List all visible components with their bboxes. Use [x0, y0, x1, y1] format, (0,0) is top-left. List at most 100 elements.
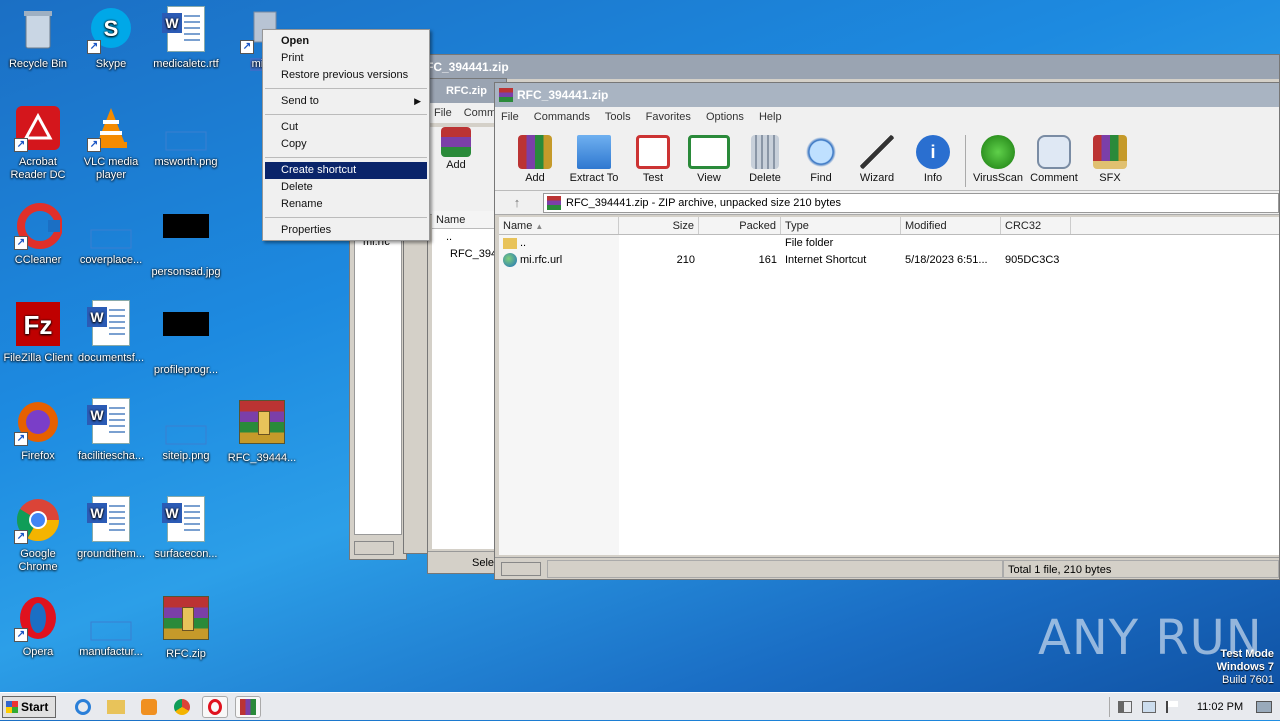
image-file-icon [87, 202, 135, 250]
back-window-left[interactable]: mi.rfc [349, 230, 407, 560]
tray-separator [1109, 697, 1110, 717]
menu-separator [265, 157, 427, 158]
delete-label: Delete [749, 172, 781, 184]
window-titlebar[interactable]: RFC_394441.zip [495, 83, 1279, 107]
desktop-icon-vlc[interactable]: ↗ VLC media player [73, 104, 149, 182]
address-path[interactable]: RFC_394441.zip - ZIP archive, unpacked s… [543, 192, 1279, 213]
delete-button[interactable]: Delete [737, 129, 793, 184]
test-label: Test [642, 172, 664, 184]
recycle-bin-icon [14, 6, 62, 54]
table-row[interactable]: .. File folder [499, 235, 1279, 252]
desktop-icon-label: manufactur... [79, 646, 143, 658]
extract-to-button[interactable]: Extract To [563, 129, 625, 184]
menu-item-restore-previous-versions[interactable]: Restore previous versions [263, 67, 429, 84]
packed-cell [699, 235, 781, 252]
svg-text:S: S [104, 16, 119, 41]
menu-item-send-to[interactable]: Send to ▶ [263, 93, 429, 110]
image-file-icon [162, 104, 210, 152]
menu-item-open[interactable]: Open [263, 33, 429, 50]
desktop-icon-acrobat[interactable]: ↗ Acrobat Reader DC [0, 104, 76, 182]
desktop-icon-msworth[interactable]: msworth.png [148, 104, 224, 169]
menu-item-copy[interactable]: Copy [263, 136, 429, 153]
desktop-icon-personsad[interactable]: personsad.jpg [148, 202, 224, 279]
desktop-icon-ccleaner[interactable]: ↗ CCleaner [0, 202, 76, 267]
info-button[interactable]: i Info [905, 129, 961, 184]
menu-item-create-shortcut[interactable]: Create shortcut [265, 162, 427, 179]
file-name-cell: .. [499, 235, 619, 252]
desktop-icon-manufactur[interactable]: manufactur... [73, 594, 149, 659]
volume-icon[interactable] [1118, 701, 1132, 713]
show-desktop-icon[interactable] [1256, 701, 1272, 713]
menu-help[interactable]: Help [759, 111, 782, 123]
column-size[interactable]: Size [619, 217, 699, 234]
menu-tools[interactable]: Tools [605, 111, 631, 123]
test-mode-label: Test Mode [1220, 648, 1274, 660]
clock[interactable]: 11:02 PM [1188, 701, 1252, 713]
menu-separator [265, 217, 427, 218]
info-label: Info [923, 172, 943, 184]
comment-button[interactable]: Comment [1026, 129, 1082, 184]
desktop-icon-recycle-bin[interactable]: Recycle Bin [0, 6, 76, 71]
view-button[interactable]: View [681, 129, 737, 184]
folder-up-icon [503, 237, 517, 249]
menu-item-rename[interactable]: Rename [263, 196, 429, 213]
find-button[interactable]: Find [793, 129, 849, 184]
trash-icon [751, 135, 779, 169]
taskbar-explorer-icon[interactable] [103, 696, 129, 718]
desktop-icon-siteip[interactable]: siteip.png [148, 398, 224, 463]
add-button[interactable]: Add [507, 129, 563, 184]
virusscan-button[interactable]: VirusScan [970, 129, 1026, 184]
network-icon[interactable] [1142, 701, 1156, 713]
desktop-icon-documentsf[interactable]: documentsf... [73, 300, 149, 365]
desktop-icon-facilitiescha[interactable]: facilitiescha... [73, 398, 149, 463]
menu-file[interactable]: File [434, 107, 452, 119]
action-center-flag-icon[interactable] [1166, 701, 1178, 713]
desktop-icon-label: facilitiescha... [77, 450, 145, 462]
desktop-icon-skype[interactable]: S ↗ Skype [73, 6, 149, 71]
menu-favorites[interactable]: Favorites [646, 111, 691, 123]
desktop-icon-surfacecon[interactable]: surfacecon... [148, 496, 224, 561]
menu-item-properties[interactable]: Properties [263, 222, 429, 239]
menu-separator [265, 88, 427, 89]
desktop-icon-coverplace[interactable]: coverplace... [73, 202, 149, 267]
start-button[interactable]: Start [2, 695, 56, 718]
taskbar-opera-icon[interactable] [202, 695, 228, 718]
add-label: Add [525, 172, 545, 184]
find-label: Find [810, 172, 832, 184]
taskbar-ie-icon[interactable] [70, 696, 96, 718]
column-type[interactable]: Type [781, 217, 901, 234]
add-button[interactable]: Add [428, 127, 484, 171]
desktop-icon-profileprogr[interactable]: profileprogr... [148, 300, 224, 377]
column-crc32[interactable]: CRC32 [1001, 217, 1071, 234]
desktop-icon-chrome[interactable]: ↗ Google Chrome [0, 496, 76, 574]
taskbar-chrome-icon[interactable] [169, 696, 195, 718]
sfx-button[interactable]: SFX [1082, 129, 1138, 184]
desktop-icon-filezilla[interactable]: Fz FileZilla Client [0, 300, 76, 365]
desktop-icon-rfc-zip[interactable]: RFC.zip [148, 594, 224, 661]
desktop-icon-groundthem[interactable]: groundthem... [73, 496, 149, 561]
desktop-icon-firefox[interactable]: ↗ Firefox [0, 398, 76, 463]
column-packed[interactable]: Packed [699, 217, 781, 234]
menu-item-print[interactable]: Print [263, 50, 429, 67]
window-title[interactable]: FC_394441.zip [404, 55, 1279, 79]
up-arrow-icon[interactable]: ↑ [495, 195, 539, 210]
desktop-icon-medicaletc[interactable]: medicaletc.rtf [148, 6, 224, 71]
table-row[interactable]: mi.rfc.url 210 161 Internet Shortcut 5/1… [499, 252, 1279, 269]
winrar-window[interactable]: RFC_394441.zip File Commands Tools Favor… [494, 82, 1280, 580]
menu-item-cut[interactable]: Cut [263, 119, 429, 136]
submenu-arrow-icon: ▶ [414, 96, 421, 106]
menu-options[interactable]: Options [706, 111, 744, 123]
desktop-icon-rfc-394441[interactable]: RFC_39444... [224, 398, 300, 465]
column-modified[interactable]: Modified [901, 217, 1001, 234]
menu-file[interactable]: File [501, 111, 519, 123]
taskbar-media-player-icon[interactable] [136, 696, 162, 718]
column-name[interactable]: Name ▲ [499, 217, 619, 234]
winrar-app-icon [499, 88, 513, 102]
column-name[interactable]: Name [432, 211, 502, 228]
wizard-button[interactable]: Wizard [849, 129, 905, 184]
test-button[interactable]: Test [625, 129, 681, 184]
menu-commands[interactable]: Commands [534, 111, 590, 123]
taskbar-winrar-icon[interactable] [235, 695, 261, 718]
desktop-icon-opera[interactable]: ↗ Opera [0, 594, 76, 659]
menu-item-delete[interactable]: Delete [263, 179, 429, 196]
